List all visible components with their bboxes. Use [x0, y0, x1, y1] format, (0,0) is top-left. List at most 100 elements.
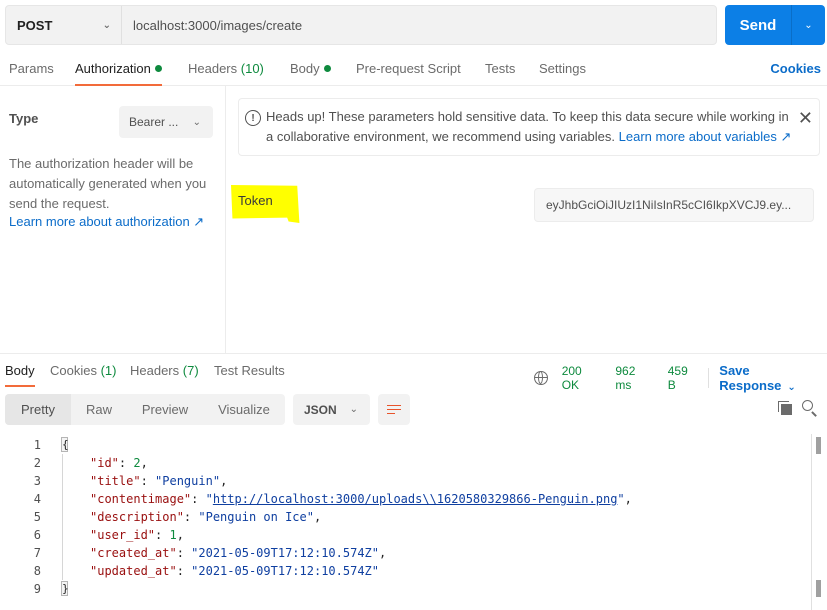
code-line: 7 "created_at": "2021-05-09T17:12:10.574Z… [0, 544, 812, 562]
token-label: Token [238, 193, 273, 208]
tab-count: (7) [182, 363, 199, 378]
view-visualize-button[interactable]: Visualize [203, 394, 285, 425]
code-line: 4 "contentimage": "http://localhost:3000/… [0, 490, 812, 508]
sensitive-data-notice: ! Heads up! These parameters hold sensit… [238, 98, 820, 156]
response-tab-body[interactable]: Body [5, 363, 35, 387]
view-mode-toolbar: Pretty Raw Preview Visualize [5, 394, 285, 425]
response-time[interactable]: 962 ms [615, 364, 653, 392]
wrap-lines-icon [387, 404, 401, 416]
tab-params[interactable]: Params [9, 61, 54, 86]
json-value: 2 [133, 456, 141, 470]
tab-label: Body [290, 61, 320, 76]
url-input[interactable]: localhost:3000/images/create [122, 18, 302, 33]
code-line: 5 "description": "Penguin on Ice", [0, 508, 812, 526]
scrollbar-marker[interactable] [816, 580, 821, 597]
scrollbar-track[interactable] [811, 434, 812, 610]
json-value: "2021-05-09T17:12:10.574Z" [191, 546, 379, 560]
info-circle-icon: ! [245, 110, 261, 126]
tab-label: Params [9, 61, 54, 76]
tab-label: Settings [539, 61, 586, 76]
code-line: 8 "updated_at": "2021-05-09T17:12:10.574Z… [0, 562, 812, 580]
json-key: "created_at" [90, 546, 177, 560]
tab-label: Headers [188, 61, 238, 76]
json-key: "user_id" [90, 528, 156, 542]
line-number: 3 [33, 474, 41, 488]
tab-label: Headers [130, 363, 180, 378]
search-icon[interactable] [802, 400, 818, 417]
auth-type-panel: Type Bearer ... ⌄ The authorization head… [0, 86, 226, 353]
response-tabs: Body Cookies (1) Headers (7) Test Result… [0, 353, 827, 393]
divider [708, 368, 710, 388]
tab-headers[interactable]: Headers (10) [188, 61, 264, 86]
auth-type-select[interactable]: Bearer ... ⌄ [119, 106, 213, 138]
notice-text: Heads up! These parameters hold sensitiv… [266, 107, 796, 147]
learn-more-authorization-link[interactable]: Learn more about authorization ↗ [9, 214, 204, 230]
format-value: JSON [304, 402, 337, 417]
response-status: 200 OK 962 ms 459 B Save Response ⌄ [534, 363, 827, 393]
tab-label: Tests [485, 61, 516, 76]
token-input[interactable]: eyJhbGciOiJIUzI1NiIsInR5cCI6IkpXVCJ9.ey.… [534, 188, 814, 222]
tab-settings[interactable]: Settings [539, 61, 586, 86]
code-line: 6 "user_id": 1, [0, 526, 812, 544]
response-tab-test-results[interactable]: Test Results [214, 363, 285, 387]
line-number: 7 [33, 546, 41, 560]
line-number: 2 [33, 456, 41, 470]
status-dot [323, 65, 331, 72]
status-code[interactable]: 200 OK [562, 364, 602, 392]
response-body-editor[interactable]: 1{ 2 "id": 2, 3 "title": "Penguin", 4 "cont… [0, 436, 812, 598]
chevron-down-icon: ⌄ [787, 382, 796, 393]
code-line: 3 "title": "Penguin", [0, 472, 812, 490]
json-value: "2021-05-09T17:12:10.574Z" [191, 564, 379, 578]
json-key: "title" [90, 474, 141, 488]
chevron-down-icon: ⌄ [804, 19, 813, 31]
send-options-button[interactable]: ⌄ [792, 5, 825, 45]
chevron-down-icon: ⌄ [192, 116, 201, 128]
tab-count: (1) [100, 363, 117, 378]
view-raw-button[interactable]: Raw [71, 394, 127, 425]
line-number: 8 [33, 564, 41, 578]
scrollbar-thumb[interactable] [816, 437, 821, 454]
wrap-lines-button[interactable] [378, 394, 410, 425]
save-response-button[interactable]: Save Response ⌄ [719, 363, 827, 393]
response-tab-cookies[interactable]: Cookies (1) [50, 363, 116, 387]
tab-tests[interactable]: Tests [485, 61, 515, 86]
globe-icon[interactable] [534, 371, 548, 385]
response-tab-headers[interactable]: Headers (7) [130, 363, 199, 387]
close-icon[interactable]: ✕ [798, 109, 813, 127]
view-preview-button[interactable]: Preview [127, 394, 203, 425]
learn-more-variables-link[interactable]: Learn more about variables ↗ [619, 129, 792, 144]
close-brace: } [61, 581, 69, 596]
line-number: 9 [33, 582, 41, 596]
json-value: "Penguin on Ice" [198, 510, 314, 524]
type-label: Type [9, 111, 39, 126]
tab-pre-request-script[interactable]: Pre-request Script [356, 61, 461, 86]
json-key: "id" [90, 456, 119, 470]
line-number: 6 [33, 528, 41, 542]
copy-icon[interactable] [778, 401, 792, 415]
send-button[interactable]: Send [725, 5, 792, 45]
save-response-label: Save Response [719, 363, 782, 393]
chevron-down-icon: ⌄ [349, 404, 358, 415]
method-select[interactable]: POST ⌄ [6, 6, 122, 44]
code-line: 1{ [0, 436, 812, 454]
method-label: POST [17, 17, 53, 33]
tab-label: Test Results [214, 363, 285, 378]
json-key: "description" [90, 510, 184, 524]
tab-label: Pre-request Script [356, 61, 461, 76]
json-url-link[interactable]: http://localhost:3000/uploads\\162058032… [213, 492, 618, 506]
tab-body[interactable]: Body [290, 61, 331, 86]
view-pretty-button[interactable]: Pretty [5, 394, 71, 425]
response-size[interactable]: 459 B [668, 364, 699, 392]
cookies-link[interactable]: Cookies [770, 61, 821, 76]
open-brace: { [61, 437, 69, 452]
format-select[interactable]: JSON ⌄ [293, 394, 370, 425]
auth-type-value: Bearer ... [129, 115, 179, 129]
auth-description: The authorization header will be automat… [9, 156, 207, 211]
code-line: 2 "id": 2, [0, 454, 812, 472]
send-button-group: Send ⌄ [725, 5, 825, 45]
line-number: 4 [33, 492, 41, 506]
line-number: 1 [33, 438, 41, 452]
json-value: 1 [169, 528, 177, 542]
tab-label: Authorization [75, 61, 151, 76]
tab-authorization[interactable]: Authorization [75, 61, 162, 86]
